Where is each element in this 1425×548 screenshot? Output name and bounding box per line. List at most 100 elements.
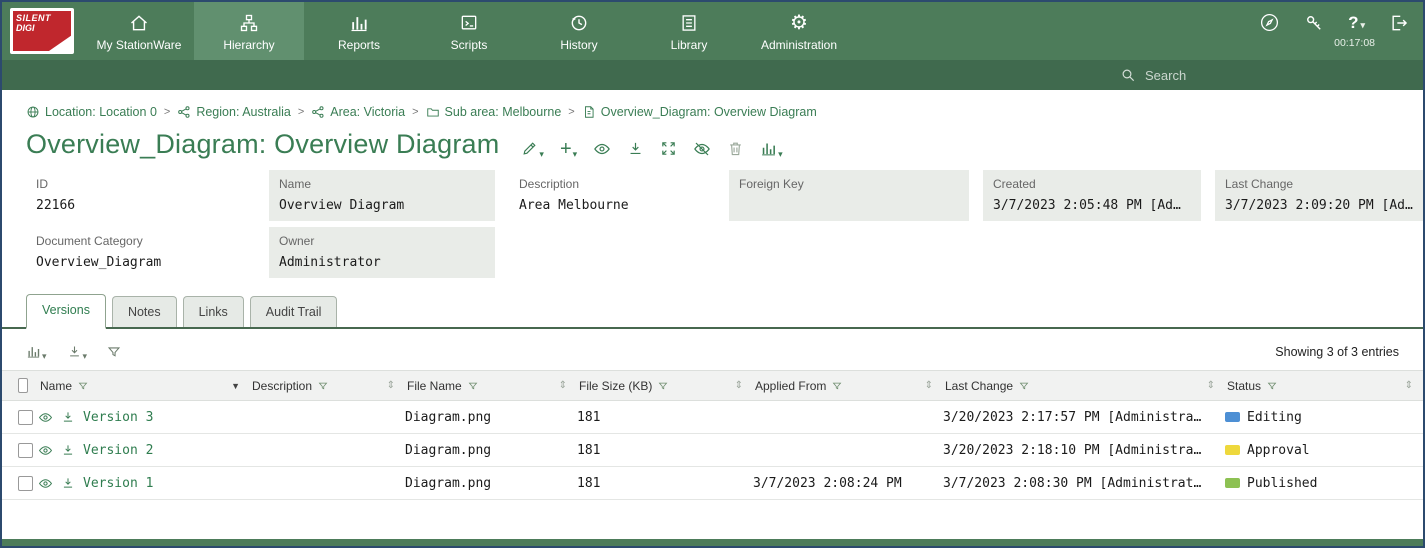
- download-icon[interactable]: [61, 410, 75, 424]
- table-filter-button[interactable]: [107, 345, 121, 359]
- eye-icon[interactable]: [38, 443, 53, 458]
- chart-button[interactable]: ▾: [760, 140, 783, 157]
- nav-item-administration[interactable]: ⚙ Administration: [744, 2, 854, 60]
- nav-item-label: Library: [671, 38, 708, 52]
- trash-icon: [727, 140, 744, 157]
- column-header-name[interactable]: Name: [40, 379, 72, 393]
- filter-icon[interactable]: [832, 381, 842, 391]
- edit-button[interactable]: ▾: [521, 140, 544, 157]
- help-button[interactable]: ? ▾: [1348, 13, 1365, 33]
- select-all-checkbox[interactable]: [18, 378, 28, 393]
- filter-icon[interactable]: [658, 381, 668, 391]
- table-row[interactable]: Version 2 Diagram.png 181 3/20/2023 2:18…: [2, 434, 1423, 467]
- filter-icon[interactable]: [318, 381, 328, 391]
- version-link[interactable]: Version 1: [83, 476, 153, 491]
- download-icon[interactable]: [61, 443, 75, 457]
- breadcrumb-label: Area: Victoria: [330, 105, 405, 119]
- tab-versions[interactable]: Versions: [26, 294, 106, 329]
- eye-icon[interactable]: [38, 476, 53, 491]
- sort-desc-icon[interactable]: ▼: [231, 381, 240, 391]
- version-link[interactable]: Version 2: [83, 443, 153, 458]
- cell-applied-from: 3/7/2023 2:08:24 PM: [753, 467, 943, 500]
- app-logo[interactable]: SILENT DIGI: [10, 8, 74, 54]
- field-id: ID 22166: [26, 170, 255, 221]
- field-document-category: Document Category Overview_Diagram: [26, 227, 255, 278]
- column-header-file-name[interactable]: File Name: [407, 379, 462, 393]
- field-value: 3/7/2023 2:05:48 PM [Ad…: [993, 198, 1191, 213]
- cell-last-change: 3/20/2023 2:18:10 PM [Administra…: [943, 434, 1225, 467]
- nav-item-my-stationware[interactable]: My StationWare: [84, 2, 194, 60]
- nav-item-scripts[interactable]: Scripts: [414, 2, 524, 60]
- preview-off-button[interactable]: [693, 140, 711, 158]
- sort-icon[interactable]: ⇕: [387, 380, 395, 391]
- download-icon[interactable]: [61, 476, 75, 490]
- chart-icon: [760, 140, 777, 157]
- cell-file-name: Diagram.png: [405, 401, 577, 434]
- nav-item-history[interactable]: History: [524, 2, 634, 60]
- filter-icon[interactable]: [1267, 381, 1277, 391]
- add-button[interactable]: + ▾: [560, 141, 577, 157]
- chevron-down-icon: ▾: [1360, 21, 1365, 30]
- expand-button[interactable]: [660, 140, 677, 157]
- field-value: Overview_Diagram: [36, 255, 245, 270]
- table-export-button[interactable]: ▾: [67, 344, 88, 359]
- status-badge: Published: [1225, 476, 1423, 491]
- tab-audit-trail[interactable]: Audit Trail: [250, 296, 338, 327]
- table-row[interactable]: Version 1 Diagram.png 181 3/7/2023 2:08:…: [2, 467, 1423, 500]
- column-header-last-change[interactable]: Last Change: [945, 379, 1013, 393]
- cell-file-name: Diagram.png: [405, 467, 577, 500]
- table-chart-button[interactable]: ▾: [26, 344, 47, 359]
- breadcrumb-region[interactable]: Region: Australia: [177, 105, 291, 119]
- column-header-applied-from[interactable]: Applied From: [755, 379, 826, 393]
- tab-links[interactable]: Links: [183, 296, 244, 327]
- filter-icon[interactable]: [1019, 381, 1029, 391]
- nav-item-label: Scripts: [451, 38, 488, 52]
- field-value: Overview Diagram: [279, 198, 485, 213]
- tab-notes[interactable]: Notes: [112, 296, 177, 327]
- home-icon: [129, 13, 149, 33]
- key-icon[interactable]: [1304, 13, 1324, 33]
- breadcrumb-area[interactable]: Area: Victoria: [311, 105, 405, 119]
- filter-icon[interactable]: [78, 381, 88, 391]
- version-link[interactable]: Version 3: [83, 410, 153, 425]
- field-label: Created: [993, 177, 1191, 191]
- delete-button[interactable]: [727, 140, 744, 157]
- table-row[interactable]: Version 3 Diagram.png 181 3/20/2023 2:17…: [2, 401, 1423, 434]
- sort-icon[interactable]: ⇕: [1207, 380, 1215, 391]
- field-created: Created 3/7/2023 2:05:48 PM [Ad…: [983, 170, 1201, 221]
- search-input[interactable]: [1145, 68, 1285, 83]
- chevron-down-icon: ▾: [573, 150, 578, 159]
- column-header-description[interactable]: Description: [252, 379, 312, 393]
- field-value: 22166: [36, 198, 245, 213]
- cell-description: [250, 434, 405, 467]
- eye-icon: [593, 140, 611, 158]
- breadcrumb-document[interactable]: Overview_Diagram: Overview Diagram: [582, 105, 817, 119]
- nav-item-reports[interactable]: Reports: [304, 2, 414, 60]
- sort-icon[interactable]: ⇕: [925, 380, 933, 391]
- logout-icon[interactable]: [1389, 13, 1409, 33]
- breadcrumb-subarea[interactable]: Sub area: Melbourne: [426, 105, 562, 119]
- breadcrumb-separator: >: [412, 106, 418, 118]
- sort-icon[interactable]: ⇕: [1405, 380, 1413, 391]
- nav-item-hierarchy[interactable]: Hierarchy: [194, 2, 304, 60]
- eye-icon[interactable]: [38, 410, 53, 425]
- top-right-controls: ? ▾ 00:17:08: [1259, 2, 1423, 60]
- field-label: Document Category: [36, 234, 245, 248]
- column-header-status[interactable]: Status: [1227, 379, 1261, 393]
- breadcrumb-separator: >: [164, 106, 170, 118]
- sort-icon[interactable]: ⇕: [559, 380, 567, 391]
- row-checkbox[interactable]: [18, 443, 33, 458]
- compass-icon[interactable]: [1259, 12, 1280, 33]
- filter-icon[interactable]: [468, 381, 478, 391]
- column-header-file-size[interactable]: File Size (KB): [579, 379, 652, 393]
- download-button[interactable]: [627, 140, 644, 157]
- search-icon[interactable]: [1120, 67, 1136, 83]
- nav-item-library[interactable]: Library: [634, 2, 744, 60]
- sort-icon[interactable]: ⇕: [735, 380, 743, 391]
- breadcrumb-location[interactable]: Location: Location 0: [26, 105, 157, 119]
- field-label: Owner: [279, 234, 485, 248]
- row-checkbox[interactable]: [18, 410, 33, 425]
- row-checkbox[interactable]: [18, 476, 33, 491]
- view-button[interactable]: [593, 140, 611, 158]
- plus-icon: +: [560, 141, 572, 157]
